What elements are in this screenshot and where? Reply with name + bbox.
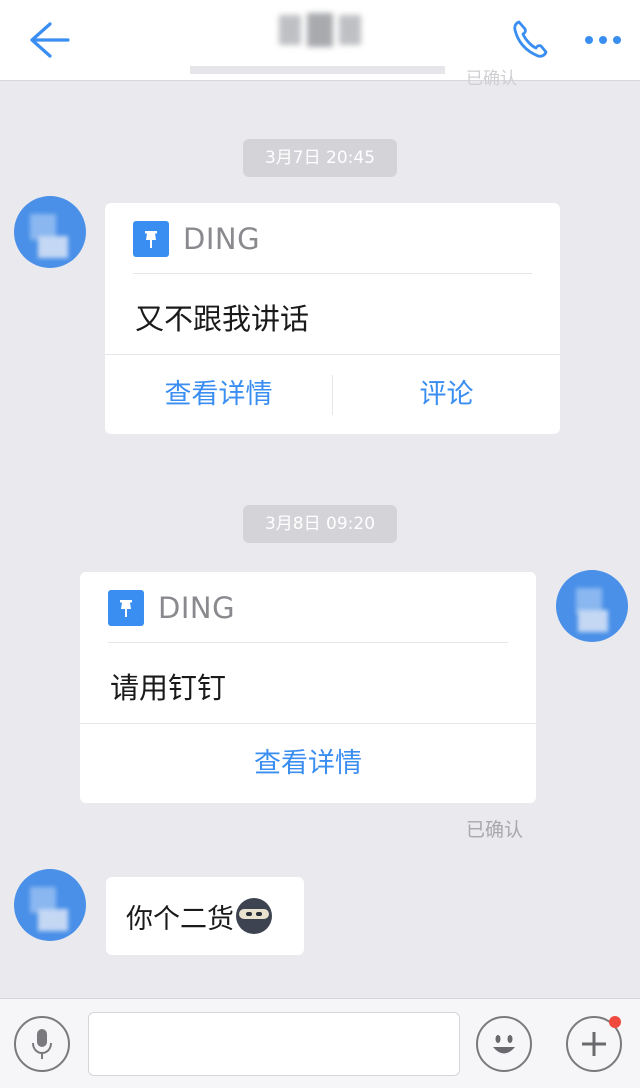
message-input-field[interactable] bbox=[101, 1013, 405, 1077]
timestamp-2: 3月8日 09:20 bbox=[243, 505, 397, 543]
phone-icon[interactable] bbox=[510, 18, 550, 60]
message-input[interactable] bbox=[88, 1012, 531, 1077]
ding-message-text: 请用钉钉 bbox=[110, 671, 227, 705]
smiley-icon[interactable] bbox=[476, 1016, 532, 1072]
divider bbox=[133, 273, 532, 274]
pin-icon bbox=[133, 221, 169, 257]
microphone-icon[interactable] bbox=[14, 1016, 70, 1072]
contact-avatar[interactable] bbox=[14, 869, 86, 941]
message-text: 你个二货 bbox=[126, 903, 234, 935]
navigation-bar: 已确认 bbox=[0, 0, 640, 89]
ding-label: DING bbox=[183, 222, 261, 256]
contact-avatar[interactable] bbox=[14, 196, 86, 268]
previous-status-text: 已确认 bbox=[466, 69, 517, 89]
ding-header: DING bbox=[133, 221, 260, 257]
timestamp-1: 3月7日 20:45 bbox=[243, 139, 397, 177]
pin-icon bbox=[108, 590, 144, 626]
ding-header: DING bbox=[108, 590, 235, 626]
view-details-button[interactable]: 查看详情 bbox=[80, 724, 536, 803]
input-bar bbox=[0, 998, 640, 1088]
my-avatar[interactable] bbox=[556, 570, 628, 642]
back-arrow-icon[interactable] bbox=[28, 20, 72, 60]
ding-label: DING bbox=[158, 591, 236, 625]
more-dots-icon[interactable] bbox=[580, 22, 626, 58]
view-details-button[interactable]: 查看详情 bbox=[105, 355, 332, 434]
comment-button[interactable]: 评论 bbox=[333, 355, 560, 434]
divider bbox=[108, 642, 508, 643]
previous-message-edge bbox=[190, 66, 445, 74]
notification-badge bbox=[609, 1016, 621, 1028]
read-status-text: 已确认 bbox=[466, 819, 524, 841]
chat-title-masked bbox=[270, 8, 370, 52]
ninja-emoji-icon bbox=[236, 898, 272, 934]
ding-card: DING 又不跟我讲话 查看详情 评论 bbox=[105, 203, 560, 434]
ding-message-text: 又不跟我讲话 bbox=[135, 302, 310, 336]
ding-card: DING 请用钉钉 查看详情 bbox=[80, 572, 536, 803]
message-bubble: 你个二货 bbox=[106, 877, 304, 955]
